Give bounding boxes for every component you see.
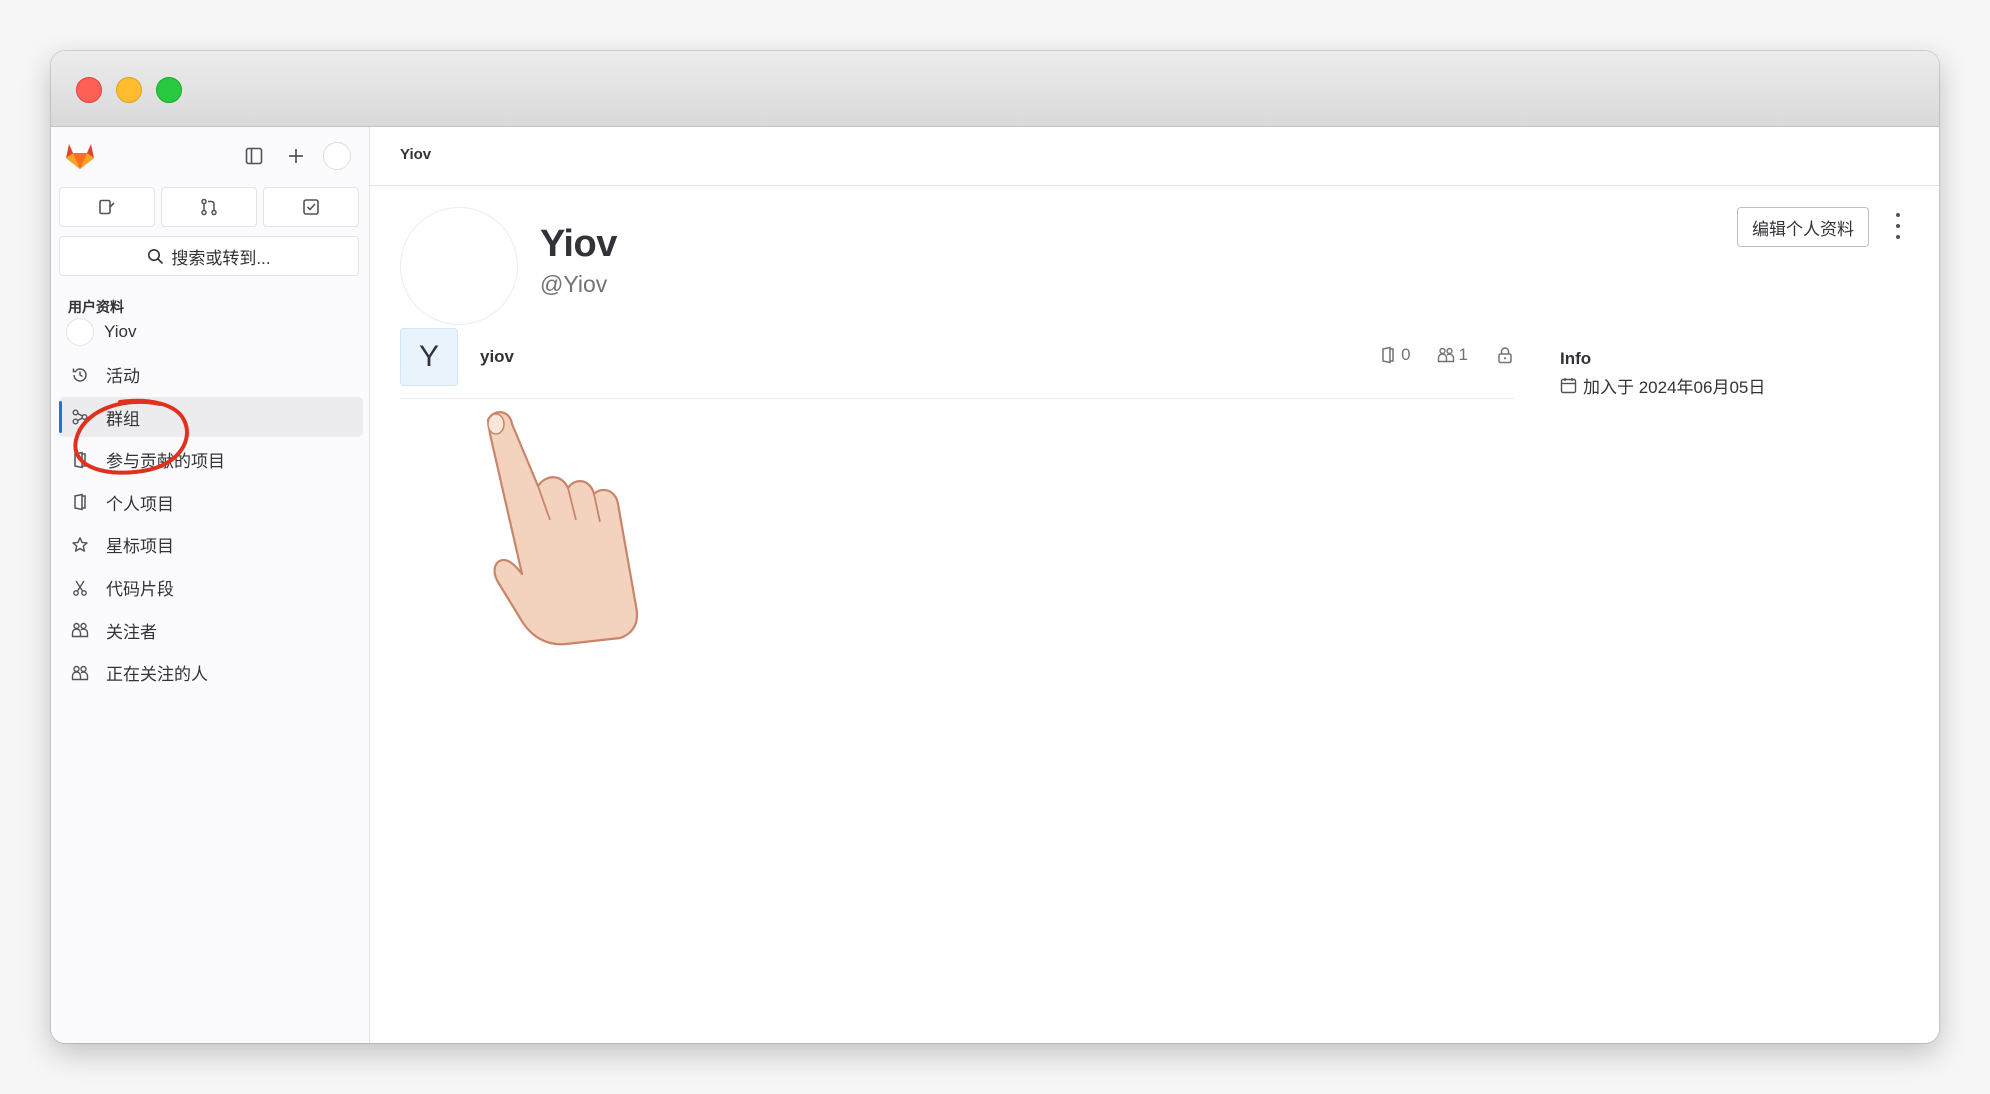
shortcut-buttons [59,187,359,227]
create-new-icon[interactable] [281,141,311,171]
sidebar-item-personal-projects[interactable]: 个人项目 [59,482,363,522]
profile-handle: @Yiov [540,271,608,297]
sidebar-item-followers[interactable]: 关注者 [59,610,363,650]
sidebar-item-label: 参与贡献的项目 [106,452,225,472]
sidebar-item-following[interactable]: 正在关注的人 [59,653,363,693]
breadcrumb: Yiov [370,127,1939,186]
group-list-item[interactable]: Y yiov 0 1 [400,315,1514,399]
sidebar-item-label: 个人项目 [106,494,174,514]
merge-requests-button[interactable] [161,187,257,227]
members-count-value: 1 [1458,345,1468,364]
search-icon [148,248,164,264]
sidebar-item-label: 群组 [106,409,140,429]
snippet-icon [69,577,91,599]
sidebar-item-label: 代码片段 [106,580,174,600]
search-button[interactable]: 搜索或转到... [59,236,359,276]
joined-date-text: 加入于 2024年06月05日 [1583,378,1766,397]
minimize-window-button[interactable] [116,77,142,103]
group-icon [69,406,91,428]
gitlab-logo-icon[interactable] [63,139,97,171]
search-label: 搜索或转到... [171,248,271,268]
more-actions-icon[interactable] [1891,213,1905,239]
joined-date: 加入于 2024年06月05日 [1560,373,1765,398]
star-icon [69,534,91,556]
project-icon [69,491,91,513]
visibility-private [1496,346,1514,364]
calendar-icon [1560,378,1577,394]
history-icon [69,364,91,386]
project-icon [69,449,91,471]
browser-window: 搜索或转到... 用户资料 Yiov 活动 群组 参与贡献的项目 个人项目 星标… [51,51,1939,1043]
sidebar-item-label: 关注者 [106,622,157,642]
close-window-button[interactable] [76,77,102,103]
edit-profile-button[interactable]: 编辑个人资料 [1737,207,1869,247]
users-icon [69,619,91,641]
projects-count-value: 0 [1401,345,1411,364]
zoom-window-button[interactable] [156,77,182,103]
profile-avatar [400,207,518,325]
sidebar-item-snippets[interactable]: 代码片段 [59,568,363,608]
projects-count: 0 [1379,345,1411,365]
user-avatar[interactable] [323,142,351,170]
sidebar: 搜索或转到... 用户资料 Yiov 活动 群组 参与贡献的项目 个人项目 星标… [51,127,370,1043]
title-bar [51,51,1939,127]
project-icon [1382,346,1394,364]
sidebar-item-label: 活动 [106,367,140,387]
sidebar-item-profile[interactable]: Yiov [59,312,363,352]
breadcrumb-item[interactable]: Yiov [400,146,431,163]
sidebar-item-starred-projects[interactable]: 星标项目 [59,525,363,565]
lock-icon [1498,347,1512,364]
users-icon [69,662,91,684]
sidebar-item-activity[interactable]: 活动 [59,355,363,395]
issues-button[interactable] [59,187,155,227]
sidebar-nav: Yiov 活动 群组 参与贡献的项目 个人项目 星标项目 代码片段 关注者 正在… [59,312,363,695]
info-heading: Info [1560,349,1592,368]
group-name-link[interactable]: yiov [480,347,514,367]
group-stats: 0 1 [1379,345,1514,365]
profile-name: Yiov [540,223,617,265]
todo-icon [303,199,319,215]
users-icon [1437,347,1454,363]
avatar [66,318,94,346]
issues-icon [99,199,115,215]
sidebar-toggle-icon[interactable] [239,141,269,171]
members-count: 1 [1437,345,1468,365]
sidebar-item-groups[interactable]: 群组 [59,397,363,438]
sidebar-item-contributed-projects[interactable]: 参与贡献的项目 [59,440,363,480]
sidebar-item-label: Yiov [104,322,137,341]
sidebar-item-label: 正在关注的人 [106,665,208,685]
main-content: Yiov Yiov @Yiov 编辑个人资料 Y yiov 0 1 Info 加… [370,127,1939,1043]
todos-button[interactable] [263,187,359,227]
sidebar-item-label: 星标项目 [106,537,174,557]
merge-request-icon [201,198,217,216]
group-avatar[interactable]: Y [400,328,458,386]
